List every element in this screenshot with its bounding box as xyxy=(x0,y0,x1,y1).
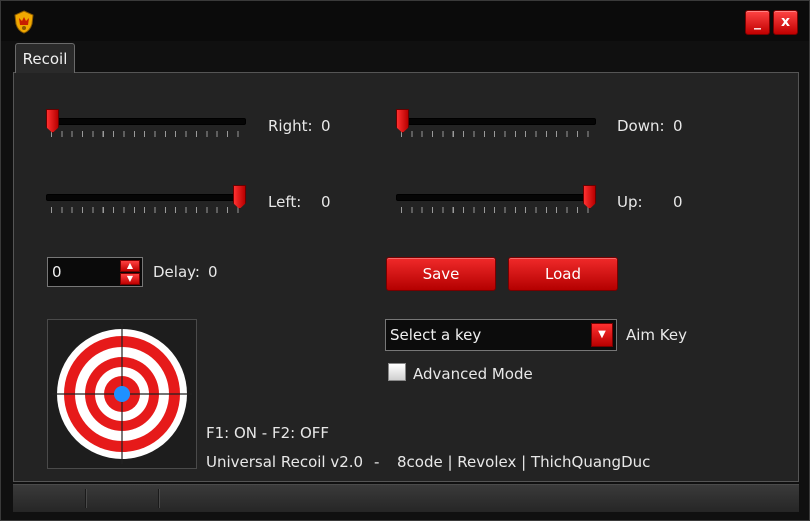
right-slider[interactable] xyxy=(46,109,246,139)
advanced-mode-label: Advanced Mode xyxy=(413,365,533,383)
up-label: Up: xyxy=(617,193,643,211)
slider-track xyxy=(46,194,246,201)
save-button[interactable]: Save xyxy=(386,257,496,291)
slider-thumb[interactable] xyxy=(396,109,409,133)
shield-crest-icon xyxy=(14,10,34,34)
up-value: 0 xyxy=(673,193,683,211)
version-text: Universal Recoil v2.0 xyxy=(206,453,364,471)
footer-separator: - xyxy=(374,453,380,471)
slider-thumb[interactable] xyxy=(583,185,596,209)
slider-track xyxy=(46,118,246,125)
slider-track xyxy=(396,194,596,201)
slider-ticks xyxy=(51,131,241,137)
slider-track xyxy=(396,118,596,125)
slider-ticks xyxy=(401,207,591,213)
tab-recoil[interactable]: Recoil xyxy=(15,43,75,73)
down-slider[interactable] xyxy=(396,109,596,139)
minimize-button[interactable]: _ xyxy=(745,10,770,35)
right-label: Right: xyxy=(268,117,313,135)
chevron-down-icon[interactable]: ▼ xyxy=(591,323,613,347)
status-bar xyxy=(13,484,799,512)
load-button[interactable]: Load xyxy=(508,257,618,291)
status-divider xyxy=(158,489,160,508)
right-value: 0 xyxy=(321,117,331,135)
target-icon xyxy=(52,324,192,464)
app-window: _ x Recoil Right: 0 Down: 0 Left: 0 Up: … xyxy=(0,0,810,521)
delay-stepper: ▲ ▼ xyxy=(47,257,143,287)
down-label: Down: xyxy=(617,117,665,135)
left-label: Left: xyxy=(268,193,302,211)
aim-key-selected: Select a key xyxy=(390,326,482,344)
decrement-icon[interactable]: ▼ xyxy=(120,273,140,285)
advanced-mode-checkbox[interactable] xyxy=(388,363,406,381)
slider-ticks xyxy=(401,131,591,137)
credits-text: 8code | Revolex | ThichQuangDuc xyxy=(397,453,651,471)
up-slider[interactable] xyxy=(396,185,596,215)
left-slider[interactable] xyxy=(46,185,246,215)
delay-input[interactable] xyxy=(48,258,118,286)
increment-icon[interactable]: ▲ xyxy=(120,260,140,272)
close-button[interactable]: x xyxy=(773,10,798,35)
title-bar[interactable]: _ x xyxy=(1,1,809,41)
hotkeys-info: F1: ON - F2: OFF xyxy=(206,424,330,442)
aim-key-label: Aim Key xyxy=(626,326,688,344)
delay-label: Delay: xyxy=(153,263,200,281)
status-divider xyxy=(85,489,87,508)
slider-thumb[interactable] xyxy=(46,109,59,133)
crosshair-preview xyxy=(47,319,197,469)
aim-key-select[interactable]: Select a key ▼ xyxy=(385,319,617,351)
left-value: 0 xyxy=(321,193,331,211)
slider-thumb[interactable] xyxy=(233,185,246,209)
delay-value: 0 xyxy=(208,263,218,281)
down-value: 0 xyxy=(673,117,683,135)
slider-ticks xyxy=(51,207,241,213)
